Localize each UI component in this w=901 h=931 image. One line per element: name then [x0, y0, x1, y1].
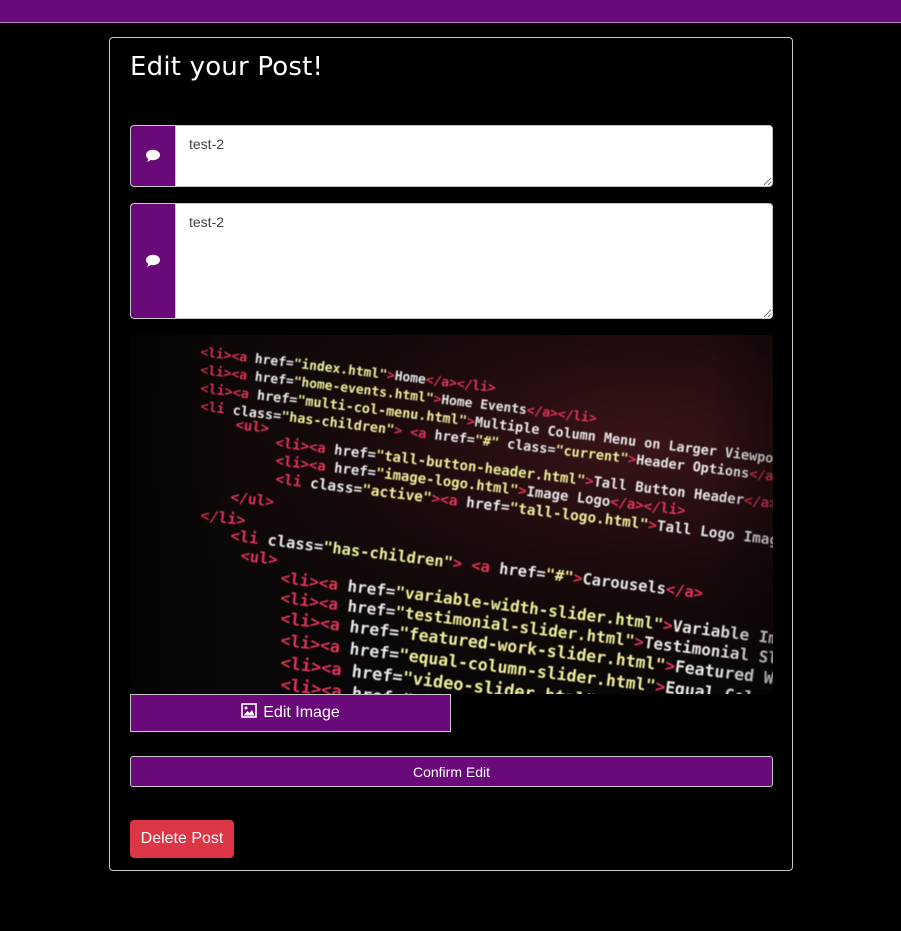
title-input[interactable]: test-2 — [175, 125, 773, 187]
top-navbar — [0, 0, 901, 23]
body-input[interactable]: test-2 — [175, 203, 773, 319]
code-image-graphic: <li><a href="index.html">Home</a></li><l… — [130, 335, 773, 694]
confirm-edit-button[interactable]: Confirm Edit — [130, 756, 773, 787]
comment-icon — [130, 125, 175, 187]
edit-image-button[interactable]: Edit Image — [130, 694, 451, 732]
comment-icon — [130, 203, 175, 319]
image-icon — [241, 703, 258, 723]
edit-post-card: Edit your Post! test-2 test-2 Edit Image… — [109, 37, 793, 871]
page-title: Edit your Post! — [130, 52, 324, 82]
post-image: <li><a href="index.html">Home</a></li><l… — [130, 335, 773, 694]
title-field-group: test-2 — [130, 125, 773, 187]
delete-post-button[interactable]: Delete Post — [130, 820, 234, 858]
body-field-group: test-2 — [130, 203, 773, 319]
edit-image-label: Edit Image — [263, 704, 340, 721]
